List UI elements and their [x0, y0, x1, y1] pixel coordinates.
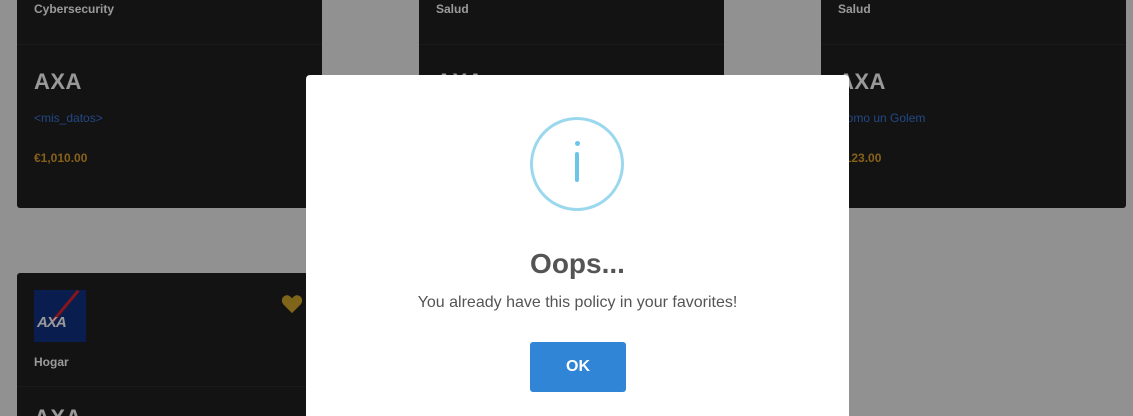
info-icon — [530, 117, 624, 211]
ok-button[interactable]: OK — [530, 342, 626, 392]
dialog-message: You already have this policy in your fav… — [417, 294, 738, 311]
alert-dialog: Oops... You already have this policy in … — [306, 75, 849, 416]
info-icon-dot — [575, 141, 580, 146]
info-icon-bar — [575, 152, 579, 182]
dialog-title: Oops... — [530, 248, 625, 279]
